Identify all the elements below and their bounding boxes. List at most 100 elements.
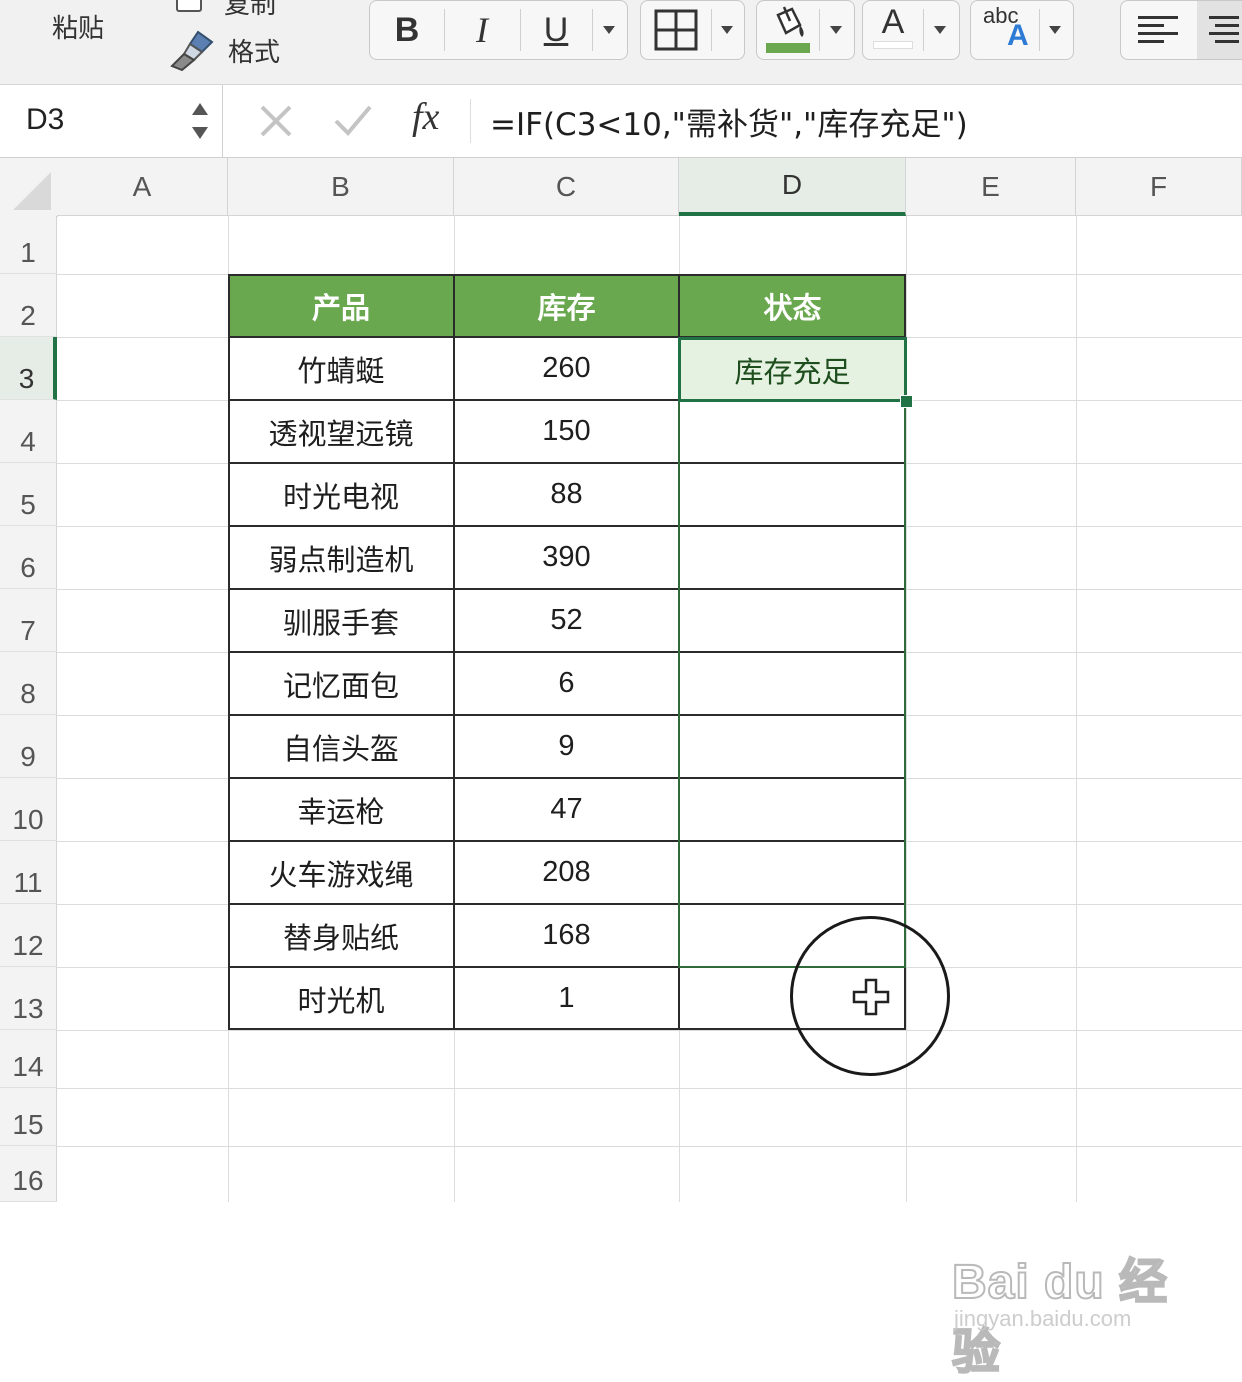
select-all-triangle-icon bbox=[13, 172, 51, 210]
column-header-f[interactable]: F bbox=[1076, 158, 1242, 216]
stock-cell[interactable]: 47 bbox=[454, 778, 679, 841]
phonetic-guide-button[interactable]: abc A bbox=[971, 1, 1039, 59]
watermark-brand: Bai du 经验 bbox=[951, 1255, 1169, 1380]
status-cell[interactable] bbox=[679, 652, 906, 715]
borders-button[interactable] bbox=[641, 1, 711, 59]
row-header-8[interactable]: 8 bbox=[0, 652, 57, 715]
status-cell[interactable] bbox=[679, 589, 906, 652]
product-cell[interactable]: 时光机 bbox=[228, 967, 454, 1030]
watermark: Bai du 经验 jingyan.baidu.com bbox=[950, 1226, 1190, 1380]
row-header-7[interactable]: 7 bbox=[0, 589, 57, 652]
product-cell[interactable]: 自信头盔 bbox=[228, 715, 454, 778]
row-header-13[interactable]: 13 bbox=[0, 967, 57, 1030]
gridline bbox=[57, 1146, 1242, 1147]
row-header-3[interactable]: 3 bbox=[0, 337, 57, 400]
copy-icon[interactable] bbox=[176, 0, 202, 12]
stock-cell[interactable]: 168 bbox=[454, 904, 679, 967]
row-header-16[interactable]: 16 bbox=[0, 1146, 57, 1202]
font-color-dropdown[interactable] bbox=[923, 1, 957, 59]
cancel-formula-icon[interactable] bbox=[256, 101, 296, 141]
column-header-d[interactable]: D bbox=[679, 158, 906, 216]
status-cell[interactable] bbox=[679, 526, 906, 589]
fill-bucket-icon bbox=[766, 6, 810, 53]
underline-dropdown[interactable] bbox=[592, 1, 626, 59]
font-color-group: A bbox=[862, 0, 960, 60]
stock-cell[interactable]: 390 bbox=[454, 526, 679, 589]
product-cell[interactable]: 火车游戏绳 bbox=[228, 841, 454, 904]
table-header-product[interactable]: 产品 bbox=[228, 274, 454, 337]
stock-cell[interactable]: 52 bbox=[454, 589, 679, 652]
name-box[interactable]: D3 bbox=[0, 85, 223, 157]
paste-button[interactable]: 粘贴 bbox=[52, 8, 104, 45]
format-painter-label[interactable]: 格式 bbox=[228, 32, 280, 69]
column-header-b[interactable]: B bbox=[228, 158, 454, 216]
product-cell[interactable]: 记忆面包 bbox=[228, 652, 454, 715]
insert-function-button[interactable]: fx bbox=[412, 95, 439, 139]
column-header-a[interactable]: A bbox=[57, 158, 228, 216]
name-box-value[interactable]: D3 bbox=[26, 103, 64, 137]
product-cell[interactable]: 透视望远镜 bbox=[228, 400, 454, 463]
name-box-stepper-icon[interactable] bbox=[188, 97, 212, 145]
spreadsheet-grid[interactable]: A B C D E F 1 2 3 4 5 6 7 8 9 10 11 12 1… bbox=[0, 158, 1242, 1380]
font-color-button[interactable]: A bbox=[863, 1, 923, 59]
product-cell[interactable]: 时光电视 bbox=[228, 463, 454, 526]
gridline bbox=[57, 1030, 1242, 1031]
status-cell[interactable] bbox=[679, 715, 906, 778]
gridline bbox=[57, 1088, 1242, 1089]
row-header-14[interactable]: 14 bbox=[0, 1030, 57, 1088]
fill-handle[interactable] bbox=[900, 395, 913, 408]
fill-color-button[interactable] bbox=[757, 1, 819, 59]
product-cell[interactable]: 竹蜻蜓 bbox=[228, 337, 454, 400]
stock-cell[interactable]: 6 bbox=[454, 652, 679, 715]
row-header-11[interactable]: 11 bbox=[0, 841, 57, 904]
column-header-e[interactable]: E bbox=[906, 158, 1076, 216]
table-header-status[interactable]: 状态 bbox=[679, 274, 906, 337]
italic-button[interactable]: I bbox=[444, 1, 520, 59]
borders-icon bbox=[654, 9, 698, 51]
align-center-button[interactable] bbox=[1197, 1, 1242, 59]
align-left-button[interactable] bbox=[1121, 1, 1195, 59]
product-cell[interactable]: 幸运枪 bbox=[228, 778, 454, 841]
row-header-1[interactable]: 1 bbox=[0, 216, 57, 274]
stock-cell[interactable]: 88 bbox=[454, 463, 679, 526]
bold-button[interactable]: B bbox=[370, 1, 444, 59]
borders-dropdown[interactable] bbox=[711, 1, 743, 59]
stock-cell[interactable]: 9 bbox=[454, 715, 679, 778]
row-header-12[interactable]: 12 bbox=[0, 904, 57, 967]
row-header-10[interactable]: 10 bbox=[0, 778, 57, 841]
status-cell[interactable] bbox=[679, 904, 906, 967]
product-cell[interactable]: 驯服手套 bbox=[228, 589, 454, 652]
format-painter-icon[interactable] bbox=[168, 28, 218, 72]
select-all-corner[interactable] bbox=[0, 158, 58, 217]
product-cell[interactable]: 弱点制造机 bbox=[228, 526, 454, 589]
stock-cell[interactable]: 208 bbox=[454, 841, 679, 904]
product-cell[interactable]: 替身贴纸 bbox=[228, 904, 454, 967]
copy-button-label[interactable]: 复制 bbox=[224, 0, 276, 21]
status-cell[interactable] bbox=[679, 778, 906, 841]
column-header-c[interactable]: C bbox=[454, 158, 679, 216]
row-header-5[interactable]: 5 bbox=[0, 463, 57, 526]
phonetic-dropdown[interactable] bbox=[1039, 1, 1071, 59]
chevron-down-icon bbox=[603, 26, 615, 34]
row-header-6[interactable]: 6 bbox=[0, 526, 57, 589]
fill-color-dropdown[interactable] bbox=[819, 1, 853, 59]
stock-cell[interactable]: 260 bbox=[454, 337, 679, 400]
stock-cell[interactable]: 150 bbox=[454, 400, 679, 463]
selected-cell-d3[interactable]: 库存充足 bbox=[678, 337, 907, 402]
formula-input[interactable]: =IF(C3<10,"需补货","库存充足") bbox=[490, 99, 968, 144]
row-header-15[interactable]: 15 bbox=[0, 1088, 57, 1146]
align-left-icon bbox=[1138, 16, 1178, 43]
stock-cell[interactable]: 1 bbox=[454, 967, 679, 1030]
row-header-9[interactable]: 9 bbox=[0, 715, 57, 778]
row-header-2[interactable]: 2 bbox=[0, 274, 57, 337]
status-cell[interactable] bbox=[679, 463, 906, 526]
fill-cursor-icon bbox=[852, 978, 890, 1016]
phonetic-group: abc A bbox=[970, 0, 1074, 60]
row-header-4[interactable]: 4 bbox=[0, 400, 57, 463]
confirm-formula-icon[interactable] bbox=[332, 101, 374, 141]
status-cell[interactable] bbox=[679, 841, 906, 904]
table-header-stock[interactable]: 库存 bbox=[454, 274, 679, 337]
underline-button[interactable]: U bbox=[520, 1, 592, 59]
fill-color-swatch bbox=[766, 43, 810, 53]
status-cell[interactable] bbox=[679, 400, 906, 463]
